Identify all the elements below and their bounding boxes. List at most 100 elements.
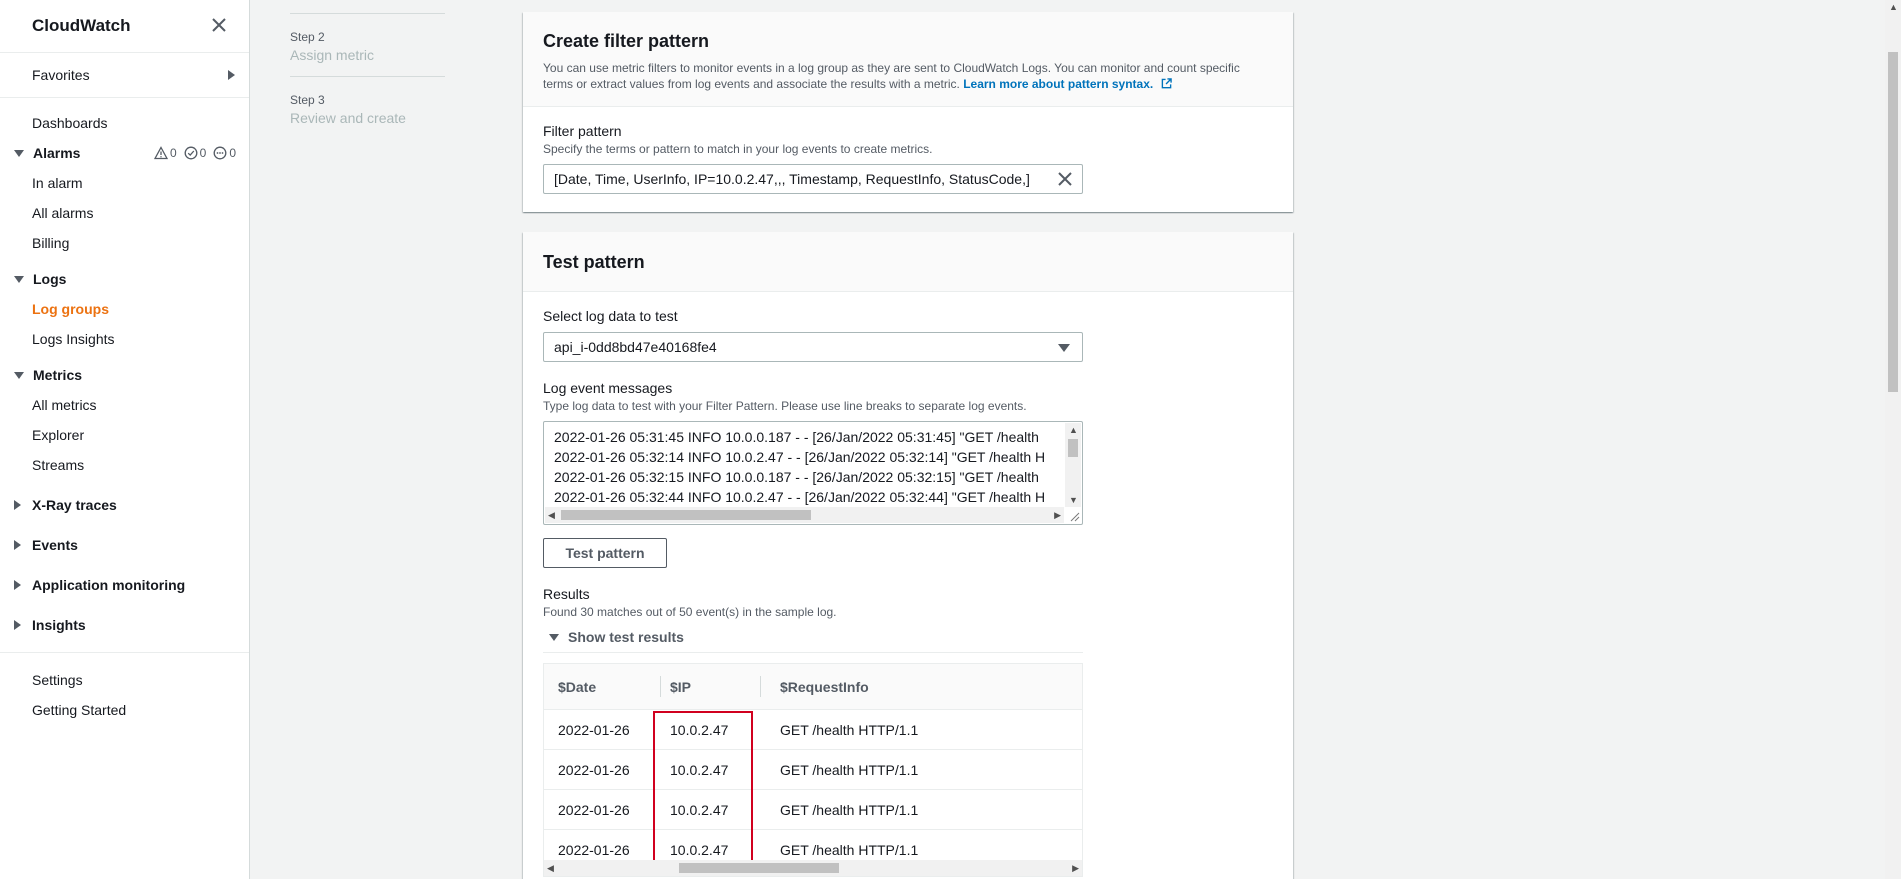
- cell-requestinfo: GET /health HTTP/1.1: [780, 721, 919, 738]
- close-icon[interactable]: [211, 15, 227, 37]
- count-value: 0: [229, 146, 236, 160]
- scroll-up-icon[interactable]: ▲: [1889, 2, 1898, 12]
- section-label: Events: [32, 537, 78, 553]
- panel-body: Select log data to test api_i-0dd8bd47e4…: [523, 292, 1293, 879]
- sidebar-title: CloudWatch: [32, 16, 131, 35]
- sidebar-item-dashboards[interactable]: Dashboards: [0, 108, 249, 138]
- panel-header: Create filter pattern You can use metric…: [523, 12, 1293, 107]
- sidebar-item-logs-insights[interactable]: Logs Insights: [0, 324, 249, 354]
- count-value: 0: [199, 146, 207, 160]
- table-row: 2022-01-26 10.0.2.47 GET /health HTTP/1.…: [544, 750, 1082, 790]
- caret-down-icon: [14, 275, 24, 283]
- caret-down-icon: [1058, 344, 1070, 352]
- scroll-left-icon[interactable]: ◀: [547, 863, 554, 873]
- sidebar-section-alarms[interactable]: Alarms 0 0 0: [0, 138, 249, 168]
- step-name[interactable]: Review and create: [290, 110, 450, 126]
- log-line: 2022-01-26 05:31:45 INFO 10.0.0.187 - - …: [554, 429, 1039, 445]
- cell-requestinfo: GET /health HTTP/1.1: [780, 841, 919, 858]
- scroll-thumb[interactable]: [679, 863, 839, 873]
- log-line: 2022-01-26 05:32:44 INFO 10.0.2.47 - - […: [554, 489, 1046, 505]
- log-data-select[interactable]: api_i-0dd8bd47e40168fe4: [543, 332, 1083, 362]
- show-test-results-toggle[interactable]: Show test results: [543, 629, 1083, 653]
- sidebar-item-getting-started[interactable]: Getting Started: [0, 695, 249, 725]
- section-label: Insights: [32, 617, 86, 633]
- filter-pattern-desc: Specify the terms or pattern to match in…: [543, 142, 933, 156]
- column-header-ip[interactable]: $IP: [660, 664, 760, 709]
- clear-icon[interactable]: [1056, 170, 1074, 191]
- scroll-thumb[interactable]: [1068, 439, 1078, 457]
- sidebar-item-streams[interactable]: Streams: [0, 450, 249, 480]
- sidebar-section-application-monitoring[interactable]: Application monitoring: [0, 565, 249, 605]
- step-name[interactable]: Assign metric: [290, 47, 450, 63]
- sidebar-item-explorer[interactable]: Explorer: [0, 420, 249, 450]
- learn-more-link[interactable]: Learn more about pattern syntax.: [963, 77, 1153, 91]
- results-label: Results: [543, 586, 590, 602]
- log-event-messages-textarea[interactable]: 2022-01-26 05:31:45 INFO 10.0.0.187 - - …: [543, 421, 1083, 525]
- test-pattern-panel: Test pattern Select log data to test api…: [523, 232, 1293, 879]
- filter-pattern-label: Filter pattern: [543, 123, 622, 139]
- log-lines: 2022-01-26 05:31:45 INFO 10.0.0.187 - - …: [554, 427, 1056, 507]
- toggle-label: Show test results: [568, 629, 684, 645]
- column-header-date[interactable]: $Date: [544, 664, 660, 709]
- table-row: 2022-01-26 10.0.2.47 GET /health HTTP/1.…: [544, 790, 1082, 830]
- sidebar-item-log-groups[interactable]: Log groups: [0, 294, 249, 324]
- results-table: $Date $IP $RequestInfo 2022-01-26 10.0.2…: [543, 663, 1083, 877]
- log-event-messages-label: Log event messages: [543, 380, 673, 396]
- filter-pattern-input[interactable]: [Date, Time, UserInfo, IP=10.0.2.47,,, T…: [543, 164, 1083, 194]
- caret-right-icon: [14, 500, 21, 510]
- section-label: Alarms: [33, 145, 81, 161]
- ip-column-highlight: [653, 711, 753, 871]
- horizontal-scrollbar[interactable]: ◀ ▶: [545, 507, 1064, 523]
- scroll-right-icon[interactable]: ▶: [1054, 510, 1061, 520]
- panel-header: Test pattern: [523, 232, 1293, 292]
- external-link-icon[interactable]: [1161, 77, 1172, 93]
- test-button-row: Test pattern: [543, 538, 1273, 568]
- scroll-right-icon[interactable]: ▶: [1072, 863, 1079, 873]
- sidebar-section-xray[interactable]: X-Ray traces: [0, 485, 249, 525]
- test-pattern-button[interactable]: Test pattern: [543, 538, 667, 568]
- sidebar-section-metrics[interactable]: Metrics: [0, 360, 249, 390]
- log-line: 2022-01-26 05:32:15 INFO 10.0.0.187 - - …: [554, 469, 1039, 485]
- vertical-scrollbar[interactable]: ▲ ▼: [1065, 423, 1081, 507]
- scroll-thumb[interactable]: [1888, 52, 1898, 392]
- alarm-count-ok[interactable]: 0: [184, 146, 207, 160]
- count-value: 0: [169, 146, 177, 160]
- caret-down-icon: [549, 633, 559, 641]
- log-event-messages-desc: Type log data to test with your Filter P…: [543, 399, 1027, 413]
- caret-right-icon: [228, 70, 235, 80]
- alarm-count-insufficient[interactable]: 0: [213, 146, 236, 160]
- sidebar-section-logs[interactable]: Logs: [0, 264, 249, 294]
- select-value: api_i-0dd8bd47e40168fe4: [554, 339, 717, 355]
- sidebar-item-settings[interactable]: Settings: [0, 665, 249, 695]
- caret-down-icon: [14, 149, 24, 157]
- ellipsis-circle-icon: [213, 146, 227, 160]
- sidebar-section-events[interactable]: Events: [0, 525, 249, 565]
- results-summary: Found 30 matches out of 50 event(s) in t…: [543, 605, 837, 619]
- filter-pattern-value: [Date, Time, UserInfo, IP=10.0.2.47,,, T…: [554, 171, 1030, 187]
- sidebar-favorites[interactable]: Favorites: [0, 53, 249, 97]
- scroll-down-icon[interactable]: ▼: [1069, 495, 1078, 505]
- table-row: 2022-01-26 10.0.2.47 GET /health HTTP/1.…: [544, 710, 1082, 750]
- sidebar-item-all-metrics[interactable]: All metrics: [0, 390, 249, 420]
- sidebar-section-insights[interactable]: Insights: [0, 605, 249, 645]
- column-header-requestinfo[interactable]: $RequestInfo: [760, 664, 1082, 709]
- alarm-count-in-alarm[interactable]: 0: [153, 146, 177, 160]
- cell-date: 2022-01-26: [558, 841, 630, 858]
- section-label: Application monitoring: [32, 577, 186, 593]
- sidebar-item-all-alarms[interactable]: All alarms: [0, 198, 249, 228]
- table-header: $Date $IP $RequestInfo: [544, 664, 1082, 710]
- sidebar-item-in-alarm[interactable]: In alarm: [0, 168, 249, 198]
- panel-title: Test pattern: [543, 252, 645, 272]
- step-2: Step 2 Assign metric: [290, 14, 450, 77]
- page-scrollbar[interactable]: ▲: [1885, 0, 1901, 879]
- step-label: Step 2: [290, 30, 325, 44]
- horizontal-scrollbar[interactable]: ◀ ▶: [544, 860, 1082, 876]
- resize-handle-icon[interactable]: [1068, 510, 1080, 522]
- filter-pattern-panel: Create filter pattern You can use metric…: [523, 12, 1293, 212]
- scroll-left-icon[interactable]: ◀: [548, 510, 555, 520]
- scroll-up-icon[interactable]: ▲: [1069, 425, 1078, 435]
- step-label: Step 3: [290, 93, 325, 107]
- scroll-thumb[interactable]: [561, 510, 811, 520]
- divider: [0, 652, 249, 653]
- sidebar-item-billing[interactable]: Billing: [0, 228, 249, 258]
